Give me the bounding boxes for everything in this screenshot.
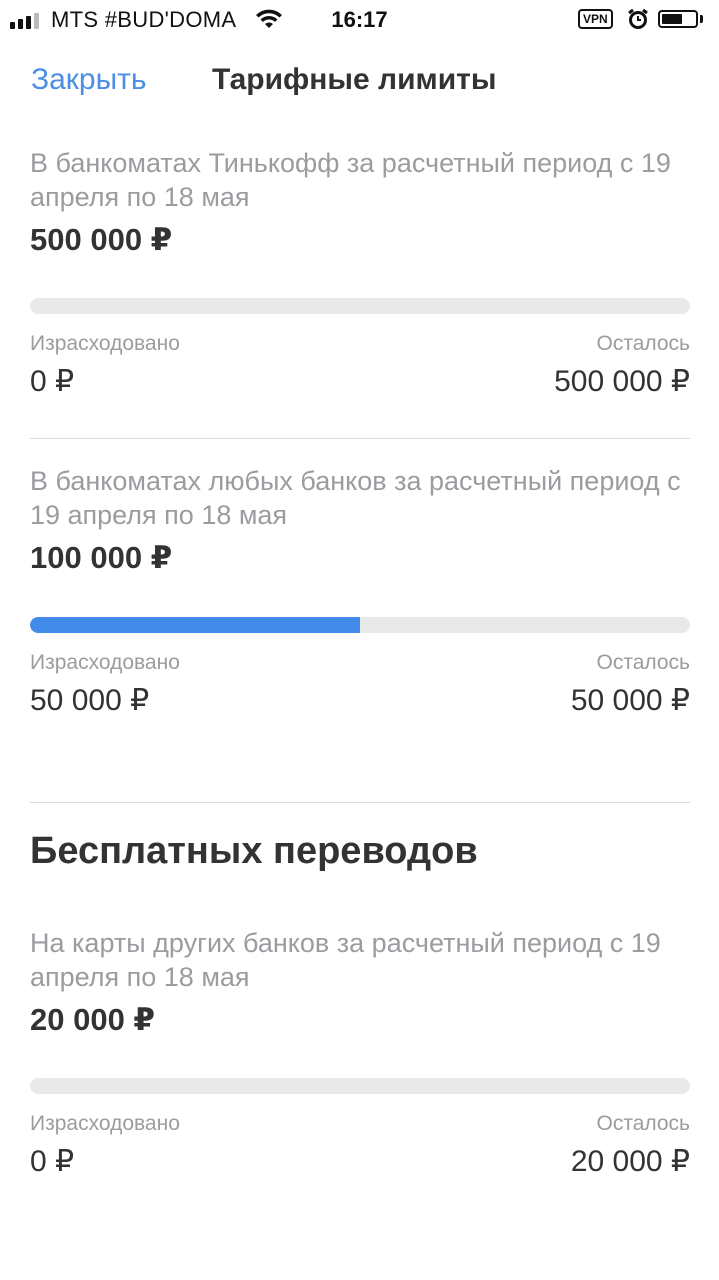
page-title: Тарифные лимиты: [212, 63, 497, 96]
remaining-label: Осталось: [596, 651, 690, 674]
limit-description: На карты других банков за расчетный пери…: [30, 928, 661, 992]
battery-icon: [658, 10, 698, 28]
limit-description: В банкоматах Тинькофф за расчетный перио…: [30, 148, 671, 212]
spent-label: Израсходовано: [30, 1112, 180, 1135]
limit-usage: Израсходовано Осталось 0 ₽ 20 000 ₽: [30, 1078, 690, 1178]
limit-usage: Израсходовано Осталось 50 000 ₽ 50 000 ₽: [30, 617, 690, 717]
remaining-value: 20 000 ₽: [570, 1145, 690, 1178]
status-bar: MTS #BUD'DOMA 16:17 VPN: [0, 0, 719, 40]
limit-card: На карты других банков за расчетный пери…: [30, 926, 690, 1038]
remaining-label: Осталось: [596, 1112, 690, 1135]
battery-tip: [700, 15, 703, 23]
limit-card: В банкоматах любых банков за расчетный п…: [30, 464, 690, 576]
limit-progress-fill: [30, 617, 360, 633]
limit-progress-bar: [30, 1078, 690, 1094]
spent-value: 0 ₽: [30, 1145, 75, 1178]
spent-label: Израсходовано: [30, 332, 180, 355]
limit-description: В банкоматах любых банков за расчетный п…: [30, 466, 681, 530]
limit-card: В банкоматах Тинькофф за расчетный перио…: [30, 146, 690, 258]
limit-amount: 100 000 ₽: [30, 540, 173, 575]
divider: [30, 802, 690, 803]
divider: [30, 438, 690, 439]
limit-usage: Израсходовано Осталось 0 ₽ 500 000 ₽: [30, 298, 690, 398]
close-button[interactable]: Закрыть: [31, 63, 147, 97]
vpn-badge: VPN: [578, 9, 613, 29]
section-title: Бесплатных переводов: [30, 830, 478, 872]
limit-amount: 500 000 ₽: [30, 222, 173, 257]
limit-progress-bar: [30, 617, 690, 633]
remaining-value: 500 000 ₽: [554, 365, 690, 398]
spent-value: 50 000 ₽: [30, 684, 150, 717]
spent-value: 0 ₽: [30, 365, 75, 398]
remaining-label: Осталось: [596, 332, 690, 355]
alarm-icon: [627, 8, 649, 36]
remaining-value: 50 000 ₽: [570, 684, 690, 717]
limit-progress-bar: [30, 298, 690, 314]
limit-amount: 20 000 ₽: [30, 1002, 155, 1037]
spent-label: Израсходовано: [30, 651, 180, 674]
battery-level: [662, 14, 682, 24]
